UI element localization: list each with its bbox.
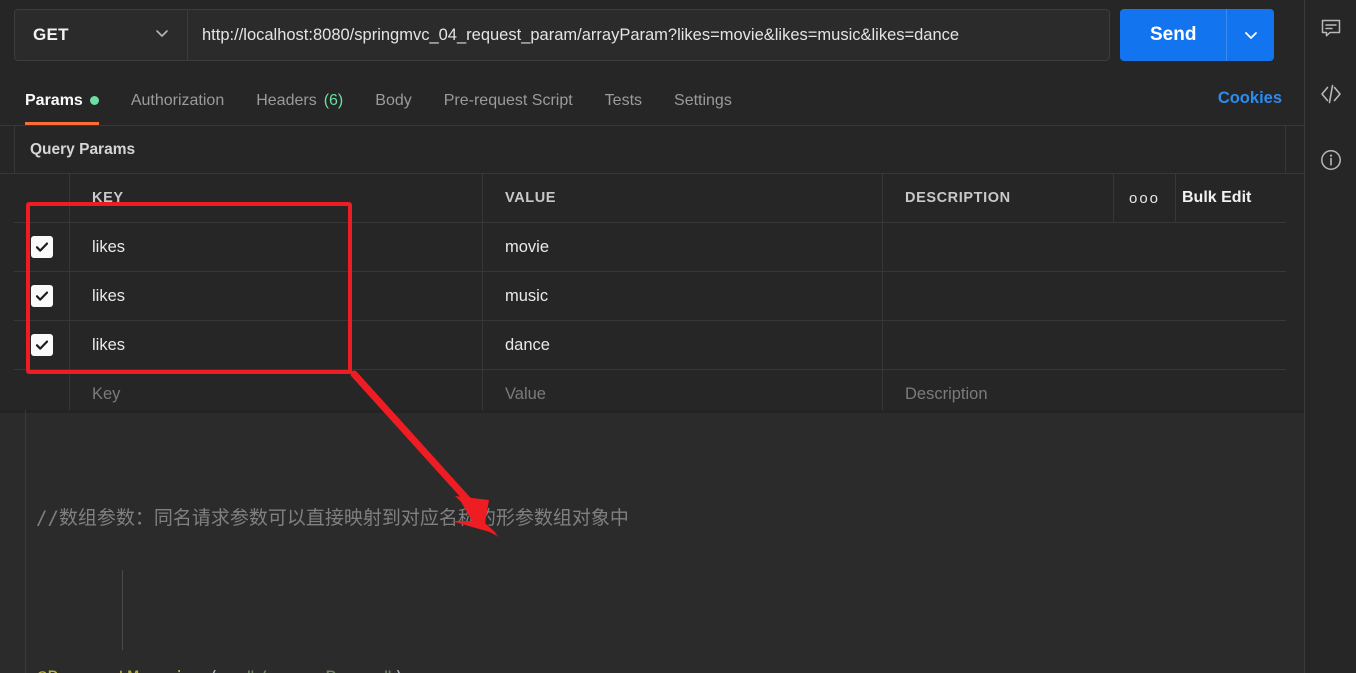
row-checkbox-cell — [14, 223, 70, 271]
column-header-value: VALUE — [505, 190, 557, 206]
tab-body-label: Body — [375, 91, 412, 109]
tab-tests[interactable]: Tests — [589, 76, 658, 125]
paren-close: ) — [394, 667, 405, 673]
row-key-cell[interactable]: likes — [70, 223, 483, 271]
tab-authorization-label: Authorization — [130, 91, 225, 109]
row-value-cell[interactable]: dance — [483, 321, 883, 369]
row-key-text: likes — [92, 237, 126, 256]
query-params-table: KEY VALUE DESCRIPTION ooo Bulk Edit like… — [14, 174, 1286, 419]
row-value-cell[interactable]: music — [483, 272, 883, 320]
cookies-link[interactable]: Cookies — [1218, 89, 1282, 108]
method-url-group: GET http://localhost:8080/springmvc_04_r… — [14, 9, 1110, 61]
tab-headers[interactable]: Headers (6) — [240, 76, 359, 125]
panel-divider — [0, 410, 1304, 413]
bulk-edit-label: Bulk Edit — [1182, 189, 1252, 206]
table-row[interactable]: likes dance — [14, 321, 1286, 370]
row-key-cell[interactable]: likes — [70, 321, 483, 369]
globe-caret-icon: ▾ — [237, 663, 245, 673]
row-value-text: dance — [505, 335, 550, 354]
paren-open: ( — [208, 667, 219, 673]
column-header-description: DESCRIPTION — [905, 190, 1011, 206]
row-checkbox-cell — [14, 272, 70, 320]
header-checkbox-cell — [14, 174, 70, 222]
table-row[interactable]: likes music — [14, 272, 1286, 321]
comment-icon[interactable] — [1317, 14, 1345, 42]
row-key-text: likes — [92, 335, 126, 354]
tab-body[interactable]: Body — [359, 76, 427, 125]
url-input[interactable]: http://localhost:8080/springmvc_04_reque… — [188, 10, 1109, 60]
tab-settings-label: Settings — [674, 91, 732, 109]
tab-authorization[interactable]: Authorization — [115, 76, 240, 125]
row-checkbox-cell — [14, 321, 70, 369]
tab-tests-label: Tests — [604, 91, 643, 109]
send-options-button[interactable] — [1226, 9, 1275, 61]
query-params-heading: Query Params — [0, 126, 1304, 174]
code-icon[interactable] — [1317, 80, 1345, 108]
tab-headers-count: (6) — [323, 91, 344, 109]
right-sidebar — [1304, 0, 1356, 673]
row-checkbox[interactable] — [30, 236, 53, 258]
row-description-cell[interactable] — [883, 272, 1286, 320]
row-key-cell[interactable]: likes — [70, 272, 483, 320]
tab-params[interactable]: Params — [25, 76, 115, 125]
request-panel: GET http://localhost:8080/springmvc_04_r… — [0, 0, 1304, 419]
column-header-key: KEY — [92, 190, 124, 206]
request-tabs: Params Authorization Headers (6) Body Pr… — [0, 76, 1304, 126]
tab-pre-request-script-label: Pre-request Script — [443, 91, 573, 109]
url-bar: GET http://localhost:8080/springmvc_04_r… — [14, 9, 1276, 61]
tab-settings[interactable]: Settings — [658, 76, 748, 125]
code-line-comment: //数组参数：同名请求参数可以直接映射到对应名称的形参数组对象中 — [36, 498, 1304, 538]
table-border-left — [14, 126, 15, 173]
request-mapping-path[interactable]: "/arrayParam" — [245, 667, 394, 673]
http-method-label: GET — [33, 25, 69, 44]
code-line-requestmapping: @RequestMapping(◉▾"/arrayParam") — [36, 658, 1304, 673]
row-key-text: likes — [92, 286, 126, 305]
source-code[interactable]: //数组参数：同名请求参数可以直接映射到对应名称的形参数组对象中 @Reques… — [36, 418, 1304, 673]
editor-gutter-line — [25, 410, 26, 673]
globe-icon[interactable]: ◉▾ — [219, 663, 245, 673]
bulk-edit-button[interactable]: Bulk Edit — [1176, 174, 1286, 222]
row-checkbox[interactable] — [30, 334, 53, 356]
row-value-cell[interactable]: movie — [483, 223, 883, 271]
row-value-text: music — [505, 286, 549, 305]
chevron-down-icon — [153, 24, 171, 47]
annotation-requestmapping: @RequestMapping — [36, 667, 208, 673]
table-row[interactable]: likes movie — [14, 223, 1286, 272]
placeholder-value-text: Value — [505, 384, 546, 403]
tab-pre-request-script[interactable]: Pre-request Script — [428, 76, 589, 125]
code-editor-panel: //数组参数：同名请求参数可以直接映射到对应名称的形参数组对象中 @Reques… — [0, 410, 1304, 673]
tab-params-label: Params — [25, 91, 83, 109]
header-description-cell: DESCRIPTION — [883, 174, 1114, 222]
info-icon[interactable] — [1317, 146, 1345, 174]
row-description-cell[interactable] — [883, 223, 1286, 271]
params-modified-dot-icon — [89, 96, 99, 105]
query-params-title: Query Params — [30, 140, 136, 158]
table-header-row: KEY VALUE DESCRIPTION ooo Bulk Edit — [14, 174, 1286, 223]
row-checkbox[interactable] — [30, 285, 53, 307]
send-group: Send — [1120, 9, 1275, 61]
more-options-icon: ooo — [1128, 189, 1161, 207]
table-border-right — [1285, 126, 1286, 173]
header-value-cell: VALUE — [483, 174, 883, 222]
code-comment-text: //数组参数：同名请求参数可以直接映射到对应名称的形参数组对象中 — [36, 507, 629, 529]
row-description-cell[interactable] — [883, 321, 1286, 369]
http-method-dropdown[interactable]: GET — [15, 10, 188, 60]
tab-headers-label: Headers — [256, 91, 317, 109]
row-value-text: movie — [505, 237, 550, 256]
placeholder-key-text: Key — [92, 384, 121, 403]
placeholder-description-text: Description — [905, 384, 988, 403]
postman-window: GET http://localhost:8080/springmvc_04_r… — [0, 0, 1356, 673]
table-options-button[interactable]: ooo — [1114, 174, 1176, 222]
header-key-cell: KEY — [70, 174, 483, 222]
send-button[interactable]: Send — [1120, 9, 1227, 61]
